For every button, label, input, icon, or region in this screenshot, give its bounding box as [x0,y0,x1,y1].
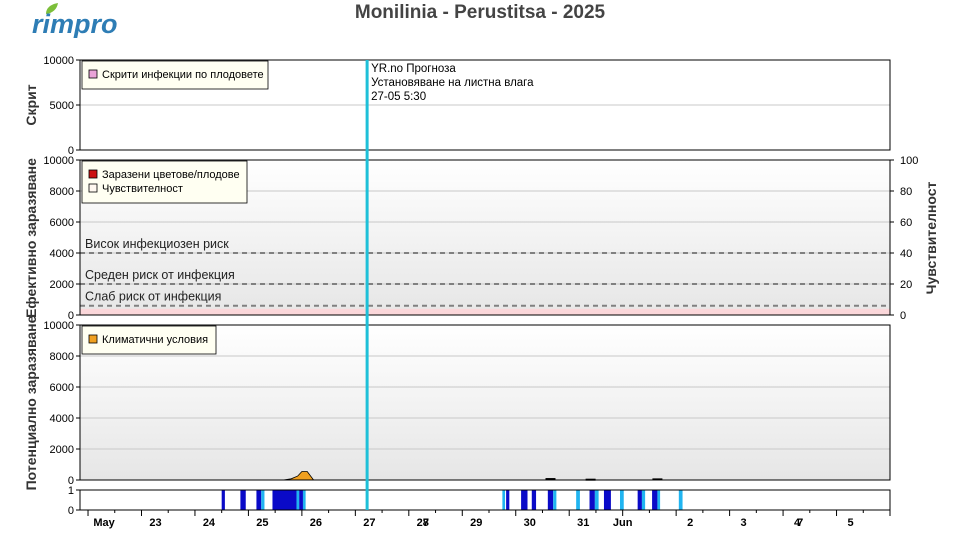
wetness-interval [652,490,658,510]
effective-legend-label: Чувствителност [102,183,183,195]
xtick-label: 2 [687,517,693,529]
right-ytick-label: 60 [900,217,912,229]
wetness-interval [641,490,646,510]
hidden-ytick-label: 10000 [43,55,74,67]
wetness-interval [221,490,225,510]
xtick-label: 23 [149,517,161,529]
effective-ytick-label: 10000 [43,155,74,167]
wetness-ytick-label: 1 [68,485,74,497]
hidden-ytick-label: 5000 [50,100,74,112]
wetness-interval [576,490,580,510]
wetness-interval [506,490,510,510]
potential-legend-label: Климатични условия [102,334,208,346]
xtick-label: 24 [203,517,216,529]
effective-ytick-label: 4000 [50,248,74,260]
risk-threshold-label: Среден риск от инфекция [85,268,235,282]
wetness-ytick-label: 0 [68,505,74,517]
potential-ytick-label: 6000 [50,382,74,394]
potential-ytick-label: 2000 [50,444,74,456]
potential-ytick-label: 8000 [50,351,74,363]
y-axis-title-hidden: Скрит [23,84,39,125]
effective-ytick-label: 2000 [50,279,74,291]
risk-threshold-label: Висок инфекциозен риск [85,237,229,251]
wetness-interval [240,490,246,510]
wetness-interval [637,490,642,510]
right-ytick-label: 100 [900,155,918,167]
right-ytick-label: 80 [900,186,912,198]
susceptibility-area [80,308,890,315]
potential-legend-swatch [88,334,98,344]
forecast-label-event: Установяване на листна влага [371,77,534,89]
xtick-label: 30 [524,517,536,529]
xtick-label: 5 [847,517,853,529]
right-ytick-label: 40 [900,248,912,260]
wetness-interval [531,490,537,510]
effective-legend-swatch [88,169,98,179]
potential-ytick-label: 4000 [50,413,74,425]
wetness-interval [594,490,599,510]
effective-legend-box [81,160,248,204]
wetness-panel-bg [80,490,890,510]
wetness-interval [678,490,683,510]
chart-area: 0 5000 10000 Скрити инфекции по плодовете Ск… [23,55,939,529]
wetness-interval [547,490,554,510]
wetness-interval [272,490,297,510]
forecast-label-source: YR.no Прогноза [371,63,456,75]
xtick-label: 25 [256,517,268,529]
wetness-interval [302,490,306,510]
forecast-label-time: 27-05 5:30 [371,91,426,103]
risk-threshold-label: Слаб риск от инфекция [85,290,221,304]
wetness-interval [261,490,265,510]
wetness-interval [603,490,611,510]
xtick-label: 29 [470,517,482,529]
xtick-label: Jun [613,517,633,529]
wetness-interval [256,490,262,510]
effective-ytick-label: 6000 [50,217,74,229]
wetness-interval [589,490,595,510]
xtick-label: 27 [363,517,375,529]
hidden-legend-label: Скрити инфекции по плодовете [102,69,264,81]
xtick-label: 7 [797,517,803,529]
effective-ytick-label: 8000 [50,186,74,198]
wetness-interval [657,490,661,510]
xtick-label: 31 [577,517,589,529]
wetness-interval [620,490,624,510]
xtick-label: 26 [310,517,322,529]
y-axis-title-susceptibility: Чувствителност [923,181,939,294]
wetness-interval [502,490,506,510]
hidden-legend-swatch [88,69,98,79]
wetness-interval [296,490,300,510]
right-ytick-label: 0 [900,310,906,322]
wetness-interval [521,490,528,510]
wetness-interval [553,490,557,510]
y-axis-title-effective: Ефективно заразяване [23,158,39,318]
xtick-label: May [93,517,115,529]
y-axis-title-potential: Потенциално заразяване [23,315,39,490]
xtick-label: 3 [741,517,747,529]
right-ytick-label: 20 [900,279,912,291]
effective-legend-swatch [88,183,98,193]
effective-legend-label: Заразени цветове/плодове [102,169,240,181]
xtick-label: 7 [423,517,429,529]
potential-ytick-label: 10000 [43,320,74,332]
wetness-interval [299,490,303,510]
